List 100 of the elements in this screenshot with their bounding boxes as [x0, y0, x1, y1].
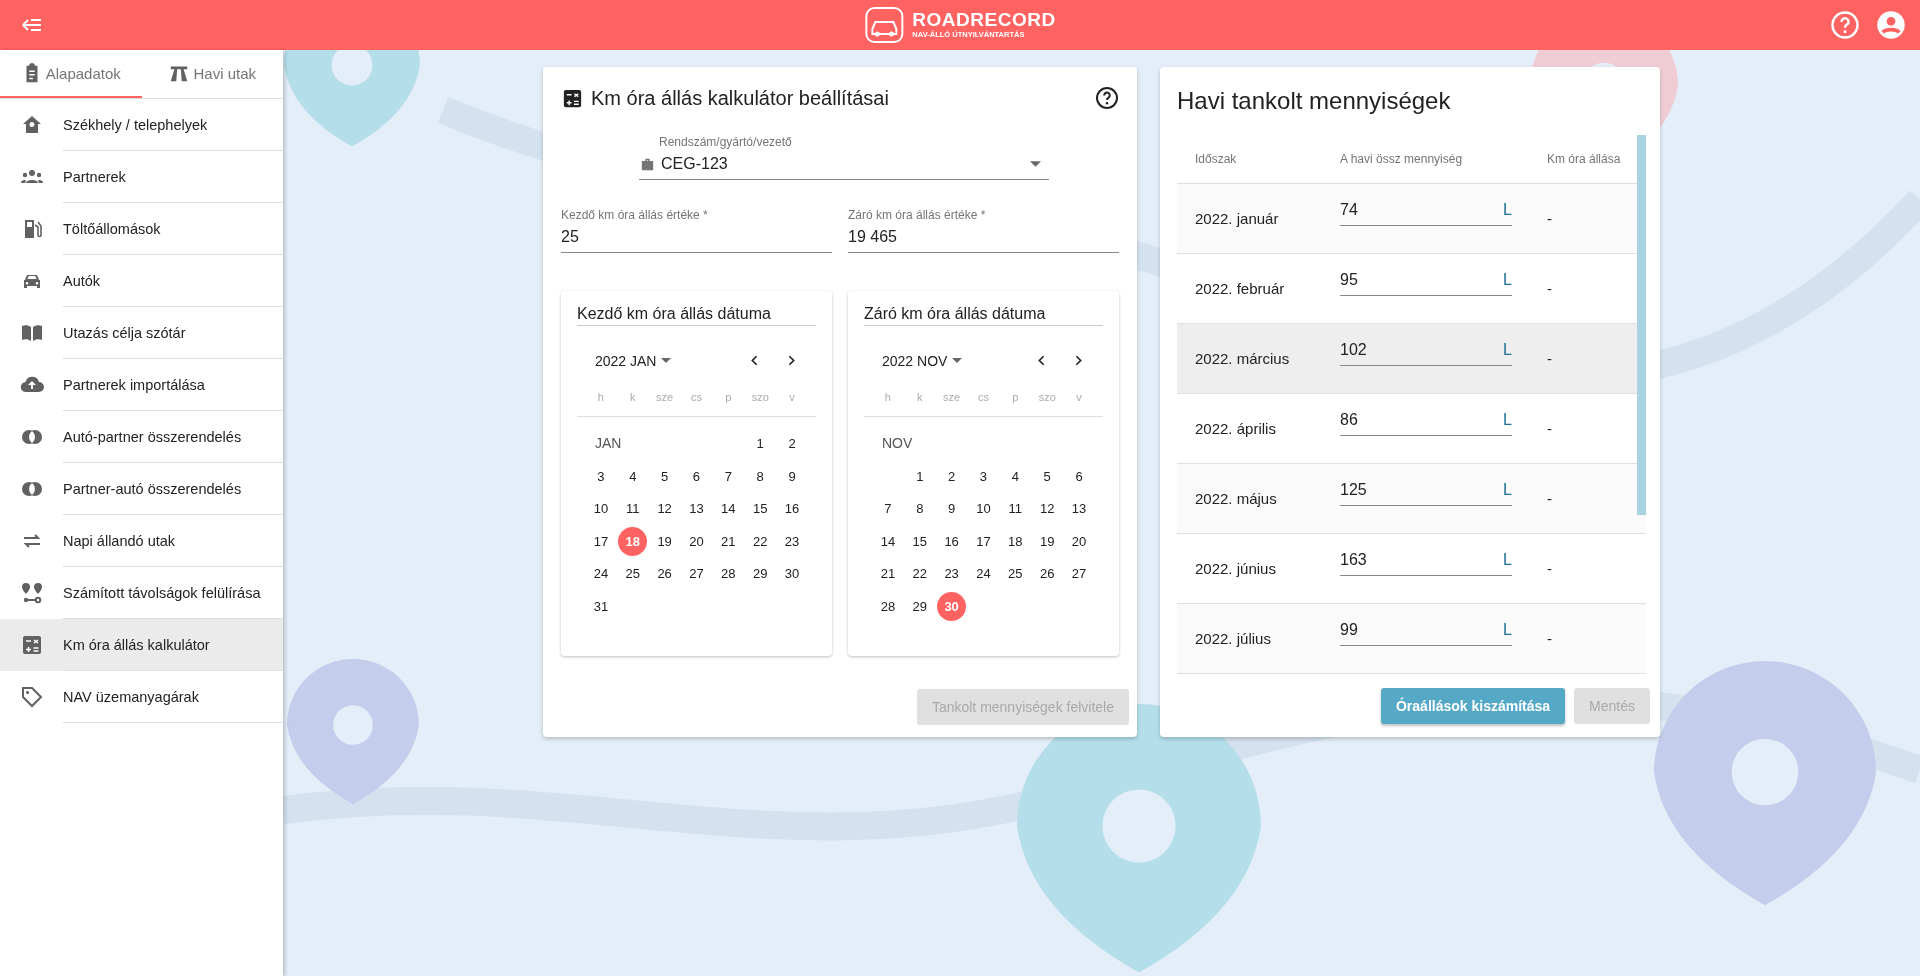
calendar-day[interactable]: 14	[873, 526, 903, 556]
calendar-day[interactable]: 8	[905, 494, 935, 523]
amount-field[interactable]: 99 L	[1340, 621, 1512, 646]
calendar-day[interactable]: 7	[873, 494, 903, 523]
calendar-day[interactable]: 2	[937, 461, 967, 491]
sidebar-item[interactable]: Székhely / telephelyek	[0, 99, 283, 151]
calendar-day[interactable]: 12	[1032, 494, 1062, 523]
input-field[interactable]: Záró km óra állás értéke * 19 465	[848, 208, 1119, 253]
amount-field[interactable]: 95 L	[1340, 271, 1512, 296]
calendar-day[interactable]: 20	[682, 526, 711, 556]
calendar-day[interactable]: 11	[618, 494, 648, 523]
calendar-day[interactable]: 16	[777, 494, 807, 523]
amount-field[interactable]: 86 L	[1340, 411, 1512, 436]
sidebar-item[interactable]: Töltőállomások	[0, 203, 283, 255]
month-picker-button[interactable]: 2022 NOV	[882, 352, 963, 369]
calendar-day[interactable]: 3	[586, 461, 616, 491]
sidebar-item[interactable]: Autók	[0, 255, 283, 307]
weekday-label: sze	[942, 391, 962, 403]
calendar-day[interactable]: 16	[937, 526, 967, 556]
calendar-day[interactable]: 7	[713, 461, 743, 491]
calendar-day[interactable]: 20	[1064, 526, 1094, 556]
input-field[interactable]: Kezdő km óra állás értéke * 25	[561, 208, 832, 253]
field-label: Rendszám/gyártó/vezető	[658, 135, 793, 149]
calendar-day[interactable]: 5	[1032, 461, 1062, 491]
sidebar-item[interactable]: Napi állandó utak	[0, 515, 283, 567]
vehicle-select[interactable]: Rendszám/gyártó/vezető CEG-123	[639, 135, 1049, 180]
sidebar-item[interactable]: NAV üzemanyagárak	[0, 671, 283, 723]
sidebar-item[interactable]: Partnerek importálása	[0, 359, 283, 411]
calendar-day[interactable]: 21	[873, 559, 903, 588]
calendar-day[interactable]: 27	[1064, 559, 1094, 588]
month-label: JAN	[594, 434, 623, 453]
calendar-day[interactable]: 31	[586, 591, 616, 621]
sidebar-item[interactable]: Partner-autó összerendelés	[0, 463, 283, 515]
calendar-day[interactable]: 13	[682, 494, 711, 523]
calendar-day[interactable]: 12	[650, 494, 680, 523]
calendar-day[interactable]: 21	[713, 526, 743, 556]
amount-field[interactable]: 125 L	[1340, 481, 1512, 506]
calendar-day[interactable]: 1	[745, 429, 775, 458]
calendar-day[interactable]: 2	[777, 429, 807, 458]
calendar-day[interactable]: 4	[1000, 461, 1030, 491]
sidebar-item[interactable]: Számított távolságok felülírása	[0, 567, 283, 619]
calendar-day[interactable]: 6	[1064, 461, 1094, 491]
column-header: A havi össz mennyiség	[1340, 152, 1464, 166]
calendar-day[interactable]: 11	[1000, 494, 1030, 523]
calendar-day[interactable]: 14	[713, 494, 743, 523]
calendar-day[interactable]: 23	[777, 526, 807, 556]
calendar-day[interactable]: 9	[777, 461, 807, 491]
sidebar-tab[interactable]: Havi utak	[141, 50, 283, 98]
calendar-day[interactable]: 28	[873, 591, 903, 621]
tag-icon	[20, 685, 44, 709]
calendar-day[interactable]: 29	[905, 591, 935, 621]
calendar-day[interactable]: 19	[1032, 526, 1062, 556]
calendar-day[interactable]: 22	[905, 559, 935, 588]
calendar-day[interactable]: 30	[777, 559, 807, 588]
calendar-day[interactable]: 25	[1000, 559, 1030, 588]
calendar-day[interactable]: 26	[650, 559, 680, 588]
route-icon	[20, 581, 44, 605]
account-icon[interactable]	[1876, 10, 1906, 40]
calendar-day[interactable]: 27	[682, 559, 711, 588]
calendar-day[interactable]: 13	[1064, 494, 1094, 523]
calendar-day[interactable]: 15	[905, 526, 935, 556]
weekday-label: v	[788, 391, 796, 403]
weekday-label: szo	[750, 391, 770, 403]
calendar-day[interactable]: 22	[745, 526, 775, 556]
help-icon[interactable]	[1095, 86, 1119, 110]
calendar-day[interactable]: 17	[969, 526, 998, 556]
calendar-day[interactable]: 18	[1000, 526, 1030, 556]
calendar-day[interactable]: 8	[745, 461, 775, 491]
calendar-day[interactable]: 19	[650, 526, 680, 556]
calendar-day[interactable]: 10	[969, 494, 998, 523]
weekday-label: p	[1011, 391, 1020, 403]
calendar-day[interactable]: 5	[650, 461, 680, 491]
calendar-day[interactable]: 4	[618, 461, 648, 491]
scrollbar[interactable]	[1637, 135, 1646, 515]
calendar-day[interactable]: 24	[586, 559, 616, 588]
sidebar-item[interactable]: Autó-partner összerendelés	[0, 411, 283, 463]
calendar-day[interactable]: 10	[586, 494, 616, 523]
weekday-label: k	[629, 391, 637, 403]
calendar-day[interactable]: 24	[969, 559, 998, 588]
sidebar-tab[interactable]: Alapadatok	[0, 50, 142, 98]
amount-field[interactable]: 74 L	[1340, 201, 1512, 226]
amount-field[interactable]: 163 L	[1340, 551, 1512, 576]
weekday-label: h	[883, 391, 892, 403]
calendar-day[interactable]: 17	[586, 526, 616, 556]
sidebar-item[interactable]: Km óra állás kalkulátor	[0, 619, 283, 671]
calendar-day[interactable]: 26	[1032, 559, 1062, 588]
sidebar-item[interactable]: Utazás célja szótár	[0, 307, 283, 359]
calendar-day[interactable]: 1	[905, 461, 935, 491]
calendar-day[interactable]: 3	[969, 461, 998, 491]
month-picker-button[interactable]: 2022 JAN	[595, 352, 672, 369]
calendar-day[interactable]: 15	[745, 494, 775, 523]
calendar-day[interactable]: 25	[618, 559, 648, 588]
sidebar-item[interactable]: Partnerek	[0, 151, 283, 203]
calendar-day[interactable]: 9	[937, 494, 967, 523]
calendar-day[interactable]: 6	[682, 461, 711, 491]
amount-field[interactable]: 102 L	[1340, 341, 1512, 366]
table-cell-text: -	[1547, 350, 1553, 367]
calendar-day[interactable]: 23	[937, 559, 967, 588]
calendar-day[interactable]: 28	[713, 559, 743, 588]
calendar-day[interactable]: 29	[745, 559, 775, 588]
